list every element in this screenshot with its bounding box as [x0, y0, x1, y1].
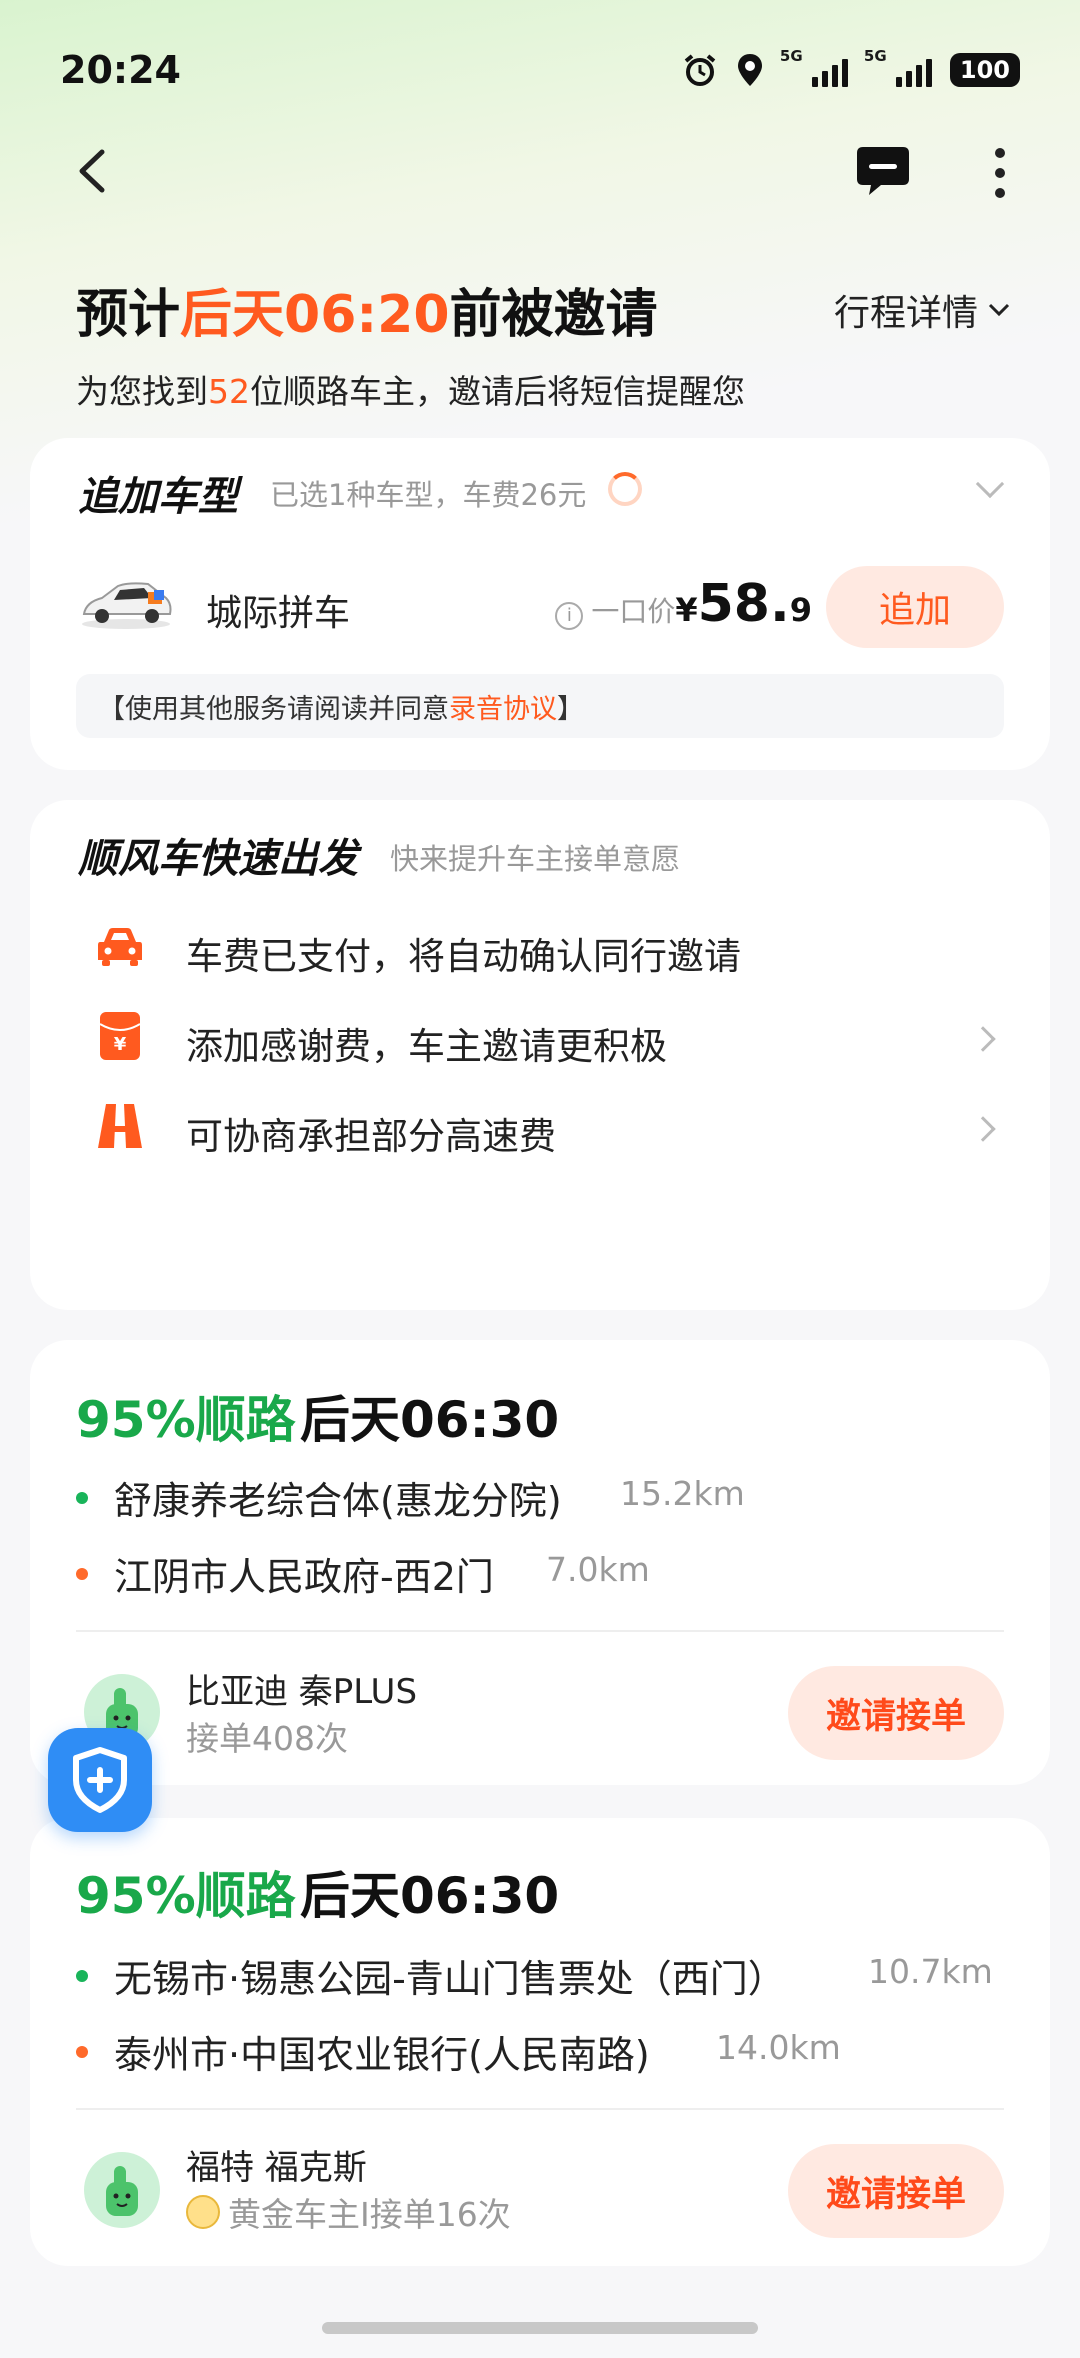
driver-destination: 泰州市·中国农业银行(人民南路) [114, 2033, 650, 2077]
driver-origin: 无锡市·锡惠公园-青山门售票处（西门） [114, 1957, 786, 2001]
info-icon[interactable]: i [555, 601, 584, 630]
driver-car-model: 比亚迪 秦PLUS [186, 1672, 418, 1712]
destination-distance: 14.0km [716, 2028, 841, 2067]
location-icon [737, 54, 762, 86]
destination-distance: 7.0km [546, 1550, 650, 1589]
driver-card[interactable]: 95%顺路 后天06:30 舒康养老综合体(惠龙分院) 15.2km 江阴市人民… [30, 1340, 1050, 1785]
match-rate: 95%顺路 [76, 1867, 296, 1925]
red-envelope-icon: ¥ [99, 1012, 141, 1060]
safety-center-button[interactable] [48, 1728, 152, 1832]
gold-driver-badge-icon [186, 2195, 220, 2229]
driver-card[interactable]: 95%顺路 后天06:30 无锡市·锡惠公园-青山门售票处（西门） 10.7km… [30, 1818, 1050, 2266]
divider [76, 2108, 1004, 2110]
add-car-type-card: 追加车型 已选1种车型，车费26元 城际拼车 i 一口价 ¥ 58. 9 追加 … [30, 438, 1050, 770]
origin-distance: 15.2km [620, 1474, 745, 1513]
chevron-down-icon [988, 303, 1010, 317]
fixed-price: i 一口价 ¥ 58. 9 [555, 574, 812, 634]
driver-origin: 舒康养老综合体(惠龙分院) [114, 1479, 562, 1523]
origin-dot [76, 1492, 88, 1504]
message-icon[interactable] [855, 145, 911, 197]
status-icons: 5G 5G 100 [682, 47, 1020, 88]
divider [76, 1630, 1004, 1632]
status-time: 20:24 [60, 48, 181, 92]
quick-departure-title: 顺风车快速出发 [78, 836, 358, 882]
add-car-type-title: 追加车型 [78, 474, 238, 520]
page-title: 预计后天06:20前被邀请 [76, 285, 658, 345]
highway-icon [98, 1104, 142, 1148]
shield-plus-icon [73, 1747, 127, 1813]
svg-text:¥: ¥ [114, 1034, 127, 1055]
departure-time: 后天06:30 [300, 1391, 560, 1449]
battery-indicator: 100 [949, 53, 1020, 87]
status-bar: 20:24 5G 5G 100 [0, 0, 1080, 140]
car-icon [98, 928, 142, 966]
driver-order-count: 接单408次 [186, 1719, 348, 1758]
match-rate: 95%顺路 [76, 1391, 296, 1449]
departure-time: 后天06:30 [300, 1867, 560, 1925]
driver-destination: 江阴市人民政府-西2门 [114, 1555, 494, 1599]
thumbs-up-avatar-icon [106, 2166, 138, 2216]
driver-car-model: 福特 福克斯 [186, 2148, 367, 2188]
signal-icon-sim1: 5G [780, 47, 848, 87]
destination-dot [76, 2046, 88, 2058]
driver-order-count: 黄金车主I接单16次 [186, 2188, 511, 2236]
destination-dot [76, 1568, 88, 1580]
origin-dot [76, 1970, 88, 1982]
chevron-down-icon[interactable] [975, 469, 1005, 499]
add-car-type-subtitle: 已选1种车型，车费26元 [270, 478, 587, 512]
driver-count-text: 为您找到52位顺路车主，邀请后将短信提醒您 [76, 372, 745, 411]
invite-driver-button[interactable]: 邀请接单 [788, 1666, 1004, 1760]
recording-agreement-notice: 【使用其他服务请阅读并同意 录音协议】 [76, 674, 1004, 738]
signal-icon-sim2: 5G [864, 47, 932, 87]
origin-distance: 10.7km [868, 1952, 993, 1991]
trip-detail-toggle[interactable]: 行程详情 [834, 284, 1010, 336]
car-type-name: 城际拼车 [206, 593, 351, 634]
quick-departure-card: 顺风车快速出发 快来提升车主接单意愿 车费已支付，将自动确认同行邀请 ¥ 添加感… [30, 800, 1050, 1310]
invite-driver-button[interactable]: 邀请接单 [788, 2144, 1004, 2238]
more-options-icon[interactable] [985, 145, 1015, 201]
chevron-right-icon [970, 1116, 996, 1142]
car-image-icon [82, 582, 172, 629]
recording-agreement-link[interactable]: 录音协议 [449, 687, 557, 726]
quick-departure-subtitle: 快来提升车主接单意愿 [390, 842, 681, 876]
back-icon[interactable] [70, 148, 116, 194]
invite-deadline: 后天06:20 [180, 285, 450, 345]
chevron-right-icon [970, 1026, 996, 1052]
alarm-icon [684, 54, 716, 86]
driver-avatar [84, 2152, 160, 2228]
add-car-type-button[interactable]: 追加 [826, 566, 1004, 648]
loading-spinner-icon [608, 472, 642, 506]
home-indicator[interactable] [322, 2322, 758, 2334]
